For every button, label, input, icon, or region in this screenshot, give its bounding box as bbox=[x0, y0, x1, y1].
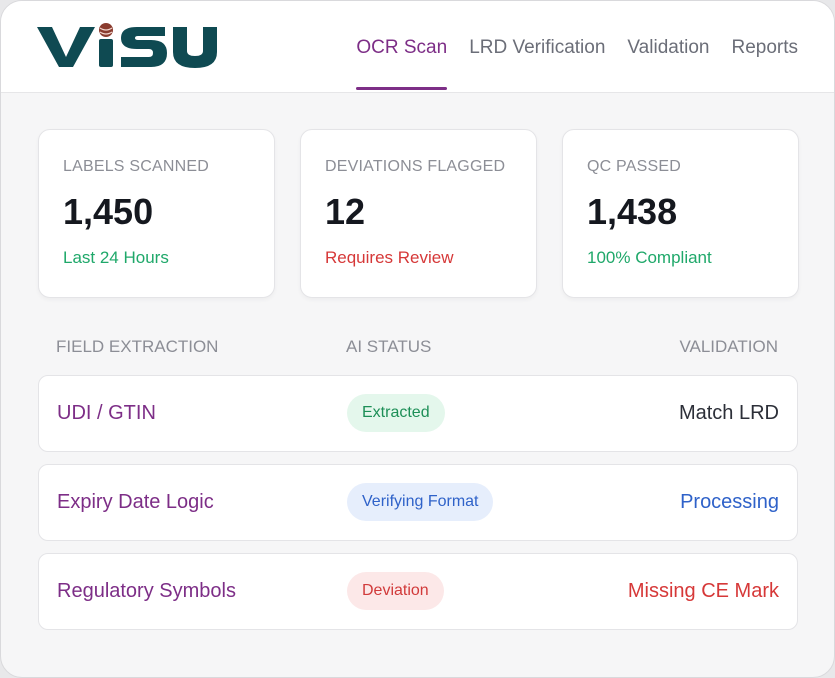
status-badge: Verifying Format bbox=[347, 483, 494, 521]
table-row[interactable]: Expiry Date Logic Verifying Format Proce… bbox=[38, 464, 798, 541]
column-header-field: FIELD EXTRACTION bbox=[56, 337, 219, 356]
field-name: Expiry Date Logic bbox=[57, 491, 214, 513]
field-name: Regulatory Symbols bbox=[57, 580, 236, 602]
logo-mark bbox=[37, 23, 217, 68]
status-badge: Extracted bbox=[347, 394, 445, 432]
stat-value: 12 bbox=[325, 191, 366, 232]
visu-logo[interactable] bbox=[37, 23, 225, 71]
stat-value: 1,438 bbox=[587, 191, 678, 232]
column-header-validation: VALIDATION bbox=[679, 337, 778, 356]
stat-subtext: 100% Compliant bbox=[587, 248, 712, 267]
stat-label: QC PASSED bbox=[587, 158, 681, 175]
column-header-status: AI STATUS bbox=[346, 337, 432, 356]
stat-label: DEVIATIONS FLAGGED bbox=[325, 158, 506, 175]
tab-lrd-verification[interactable]: LRD Verification bbox=[469, 1, 605, 93]
stats-cards: LABELS SCANNED 1,450 Last 24 Hours DEVIA… bbox=[38, 129, 799, 298]
table-row[interactable]: Regulatory Symbols Deviation Missing CE … bbox=[38, 553, 798, 630]
tab-validation[interactable]: Validation bbox=[627, 1, 709, 93]
stat-label: LABELS SCANNED bbox=[63, 158, 209, 175]
extraction-table: UDI / GTIN Extracted Match LRD Expiry Da… bbox=[38, 375, 798, 642]
main-nav: OCR Scan LRD Verification Validation Rep… bbox=[356, 1, 798, 93]
validation-result: Match LRD bbox=[678, 402, 779, 424]
stat-card-labels-scanned: LABELS SCANNED 1,450 Last 24 Hours bbox=[38, 129, 275, 298]
table-row[interactable]: UDI / GTIN Extracted Match LRD bbox=[38, 375, 798, 452]
app-window: OCR Scan LRD Verification Validation Rep… bbox=[0, 0, 835, 678]
top-header: OCR Scan LRD Verification Validation Rep… bbox=[1, 1, 834, 93]
status-badge: Deviation bbox=[347, 572, 444, 610]
tab-ocr-scan[interactable]: OCR Scan bbox=[356, 1, 447, 93]
validation-result: Processing bbox=[680, 491, 779, 513]
table-header: FIELD EXTRACTION AI STATUS VALIDATION bbox=[56, 337, 778, 361]
validation-result: Missing CE Mark bbox=[627, 580, 779, 602]
field-name: UDI / GTIN bbox=[57, 402, 156, 424]
stat-card-deviations-flagged: DEVIATIONS FLAGGED 12 Requires Review bbox=[300, 129, 537, 298]
tab-reports[interactable]: Reports bbox=[731, 1, 798, 93]
stat-subtext: Last 24 Hours bbox=[63, 248, 169, 267]
stat-card-qc-passed: QC PASSED 1,438 100% Compliant bbox=[562, 129, 799, 298]
stat-value: 1,450 bbox=[63, 191, 154, 232]
stat-subtext: Requires Review bbox=[325, 248, 454, 267]
